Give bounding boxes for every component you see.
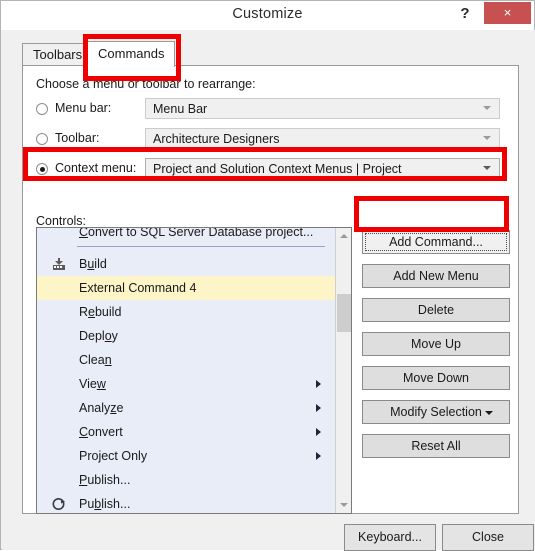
help-button[interactable]: ? [453, 2, 477, 26]
add-new-menu-button-label: Add New Menu [393, 269, 479, 283]
delete-button[interactable]: Delete [362, 298, 510, 322]
choose-instruction-label: Choose a menu or toolbar to rearrange: [36, 77, 256, 91]
build-icon [51, 256, 67, 272]
radio-toolbar-label: Toolbar: [55, 131, 100, 145]
close-dialog-button[interactable]: Close [442, 524, 534, 551]
chevron-down-icon [340, 503, 348, 507]
add-command-button[interactable]: Add Command... [362, 230, 510, 254]
list-item[interactable]: Publish... [37, 468, 335, 492]
list-item[interactable]: External Command 4 [37, 276, 335, 300]
keyboard-button[interactable]: Keyboard... [344, 524, 436, 551]
chevron-up-icon [340, 234, 348, 238]
list-item-label: Analyze [79, 401, 124, 415]
submenu-arrow-icon [316, 428, 321, 436]
combo-context-menu-value: Project and Solution Context Menus | Pro… [153, 162, 402, 176]
list-item-label: Convert [79, 425, 123, 439]
scrollbar-thumb[interactable] [337, 294, 351, 332]
list-item-label: External Command 4 [79, 281, 197, 295]
tab-strip: Toolbars Commands [22, 41, 519, 67]
radio-toolbar[interactable] [36, 133, 48, 145]
tab-commands[interactable]: Commands [87, 41, 176, 67]
list-item[interactable]: Deploy [37, 324, 335, 348]
tab-commands-label: Commands [98, 46, 165, 61]
controls-list[interactable]: Convert to SQL Server Database project..… [36, 227, 352, 514]
combo-context-menu[interactable]: Project and Solution Context Menus | Pro… [145, 158, 500, 179]
move-up-button-label: Move Up [410, 337, 462, 351]
radio-context-menu[interactable] [36, 163, 48, 175]
list-item-label: Clean [79, 353, 112, 367]
reset-all-button[interactable]: Reset All [362, 434, 510, 458]
delete-button-label: Delete [417, 303, 455, 317]
submenu-arrow-icon [316, 380, 321, 388]
list-separator [37, 241, 335, 252]
list-item-label: Publish... [79, 473, 131, 487]
add-new-menu-button[interactable]: Add New Menu [362, 264, 510, 288]
scroll-up-button[interactable] [336, 228, 351, 244]
close-window-button[interactable]: × [484, 2, 531, 24]
submenu-arrow-icon [316, 404, 321, 412]
list-item-label: Build [79, 257, 107, 271]
list-item[interactable]: Build [37, 252, 335, 276]
combo-toolbar-value: Architecture Designers [153, 132, 280, 146]
chevron-down-icon [483, 106, 491, 110]
radio-menu-bar-label: Menu bar: [55, 101, 112, 115]
radio-menu-bar[interactable] [36, 103, 48, 115]
list-item-label: Project Only [79, 449, 148, 463]
list-item[interactable]: Project Only [37, 444, 335, 468]
list-item[interactable]: Publish... [37, 492, 335, 513]
title-bar: Customize ? × [1, 1, 534, 30]
combo-toolbar[interactable]: Architecture Designers [145, 128, 500, 149]
tab-toolbars[interactable]: Toolbars [22, 43, 94, 66]
list-item[interactable]: Analyze [37, 396, 335, 420]
list-item[interactable]: View [37, 372, 335, 396]
dialog-client-area: Toolbars Commands Choose a menu or toolb… [2, 30, 535, 551]
combo-menu-bar-value: Menu Bar [153, 102, 208, 116]
publish-icon [51, 496, 67, 512]
chevron-down-icon [483, 136, 491, 140]
list-item[interactable]: Rebuild [37, 300, 335, 324]
controls-list-items: Convert to SQL Server Database project..… [37, 228, 335, 513]
list-item[interactable]: Convert [37, 420, 335, 444]
reset-all-button-label: Reset All [411, 439, 461, 453]
submenu-arrow-icon [316, 452, 321, 460]
scroll-down-button[interactable] [336, 497, 351, 513]
move-down-button[interactable]: Move Down [362, 366, 510, 390]
list-item[interactable]: Clean [37, 348, 335, 372]
list-item-label: Convert to SQL Server Database project..… [79, 228, 314, 239]
list-item-label: View [79, 377, 106, 391]
add-command-button-label: Add Command... [389, 235, 483, 249]
customize-dialog: Customize ? × Toolbars Commands Choose a… [0, 0, 535, 551]
radio-context-menu-label: Context menu: [55, 161, 137, 175]
move-up-button[interactable]: Move Up [362, 332, 510, 356]
keyboard-button-label: Keyboard... [358, 530, 422, 544]
controls-list-scrollbar[interactable] [335, 228, 351, 513]
modify-selection-button-label: Modify Selection [390, 405, 482, 419]
list-item[interactable]: Convert to SQL Server Database project..… [37, 228, 335, 241]
tab-toolbars-label: Toolbars [33, 47, 83, 62]
modify-selection-button[interactable]: Modify Selection [362, 400, 510, 424]
chevron-down-icon [485, 411, 493, 415]
move-down-button-label: Move Down [403, 371, 469, 385]
list-item-label: Rebuild [79, 305, 122, 319]
chevron-down-icon [483, 166, 491, 170]
combo-menu-bar[interactable]: Menu Bar [145, 98, 500, 119]
list-item-label: Deploy [79, 329, 118, 343]
close-dialog-button-label: Close [472, 530, 504, 544]
controls-label: Controls: [36, 214, 87, 228]
list-item-label: Publish... [79, 497, 131, 511]
